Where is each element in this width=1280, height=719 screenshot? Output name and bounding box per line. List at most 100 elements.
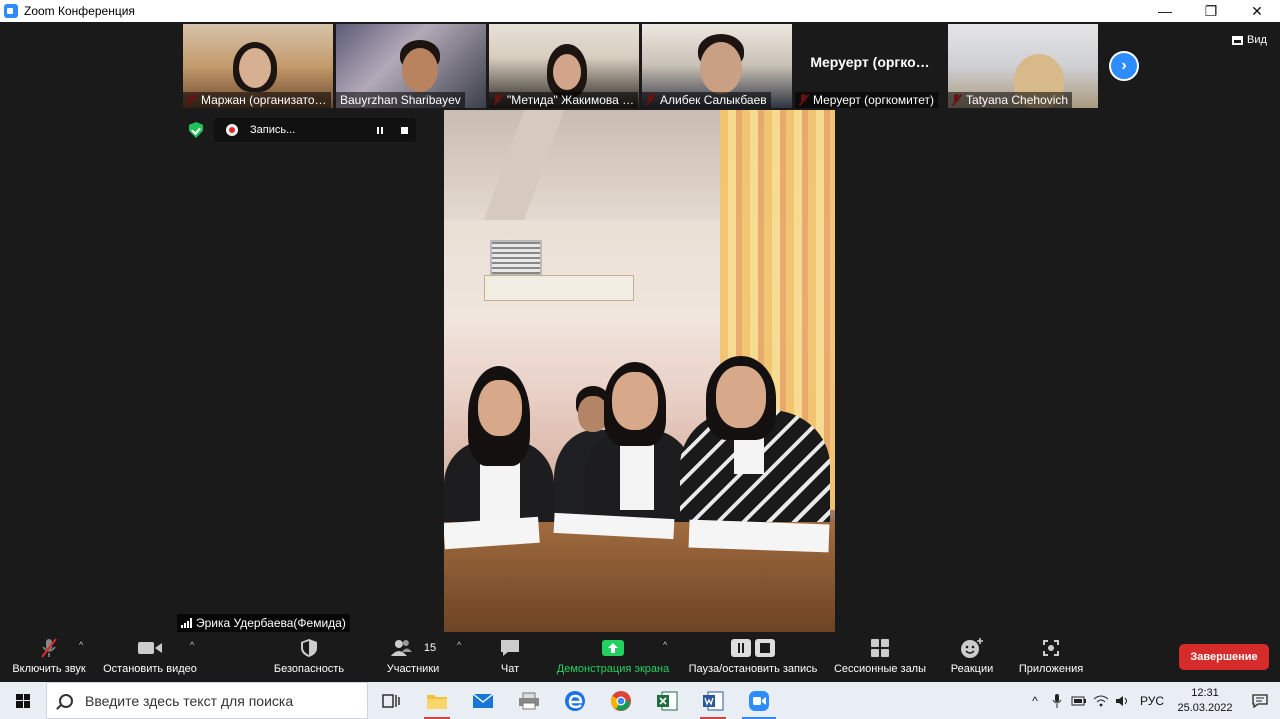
tray-chevron-up-icon[interactable]: ^ — [1024, 682, 1046, 719]
video-scene — [688, 519, 830, 553]
pause-stop-label: Пауза/остановить запись — [688, 663, 818, 675]
share-screen-button[interactable]: Демонстрация экрана — [554, 634, 672, 680]
excel-icon — [657, 691, 678, 710]
printer-icon — [519, 692, 539, 709]
edge-browser-icon — [565, 690, 585, 711]
muted-mic-icon — [38, 638, 60, 658]
participant-tile[interactable]: Tatyana Chehovich — [948, 24, 1098, 108]
taskbar-chrome[interactable] — [598, 682, 644, 719]
chat-button[interactable]: Чат — [486, 634, 534, 680]
breakout-rooms-icon — [870, 638, 890, 658]
close-button[interactable]: ✕ — [1234, 0, 1280, 22]
participant-strip: Маржан (организато… Bauyrzhan Sharibayev… — [183, 24, 1098, 108]
task-view-button[interactable] — [368, 682, 414, 719]
system-tray: ^ РУС 12:31 25.03.2022 — [1024, 682, 1280, 719]
start-button[interactable] — [0, 682, 46, 719]
maximize-button[interactable]: ❐ — [1188, 0, 1234, 22]
volume-icon[interactable] — [1112, 682, 1134, 719]
pause-stop-recording-button[interactable]: Пауза/остановить запись — [684, 634, 822, 680]
view-button[interactable]: Вид — [1232, 34, 1267, 46]
minimize-button[interactable]: — — [1142, 0, 1188, 22]
clock-date: 25.03.2022 — [1177, 701, 1233, 714]
search-icon — [59, 693, 73, 708]
notifications-icon[interactable] — [1240, 682, 1280, 719]
input-language[interactable]: РУС — [1134, 682, 1170, 719]
participant-tile[interactable]: Алибек Салыкбаев — [642, 24, 792, 108]
taskbar-excel[interactable] — [644, 682, 690, 719]
participant-tile[interactable]: Маржан (организато… — [183, 24, 333, 108]
pause-recording-button[interactable] — [368, 118, 392, 142]
end-meeting-button[interactable]: Завершение — [1179, 644, 1269, 670]
taskbar-zoom[interactable] — [736, 682, 782, 719]
share-screen-icon — [601, 638, 625, 658]
participant-name: Алибек Салыкбаев — [642, 92, 771, 108]
chrome-browser-icon — [611, 690, 631, 711]
participants-button[interactable]: 15 Участники — [378, 634, 448, 680]
battery-icon[interactable] — [1068, 682, 1090, 719]
chat-label: Чат — [500, 663, 520, 675]
participant-video-off-name: Меруерт (оргко… — [810, 54, 930, 70]
participants-options-caret[interactable]: ^ — [457, 640, 461, 650]
windows-taskbar: Введите здесь текст для поиска ^ РУС 12:… — [0, 682, 1280, 719]
security-label: Безопасность — [273, 663, 345, 675]
microphone-icon[interactable] — [1046, 682, 1068, 719]
windows-logo-icon — [16, 693, 30, 708]
meeting-stage: Маржан (организато… Bauyrzhan Sharibayev… — [0, 22, 1280, 632]
video-options-caret[interactable]: ^ — [190, 640, 194, 650]
apps-button[interactable]: Приложения — [1014, 634, 1088, 680]
unmute-label: Включить звук — [12, 663, 86, 675]
participants-label: Участники — [386, 663, 440, 675]
wifi-icon[interactable] — [1090, 682, 1112, 719]
taskbar-word[interactable] — [690, 682, 736, 719]
taskbar-clock[interactable]: 12:31 25.03.2022 — [1170, 686, 1240, 716]
view-grid-icon — [1232, 35, 1243, 45]
apps-icon — [1041, 638, 1061, 658]
participant-video — [239, 48, 271, 88]
taskbar-edge[interactable] — [552, 682, 598, 719]
active-speaker-label: Эрика Удербаева(Фемида) — [177, 614, 350, 632]
active-speaker-name: Эрика Удербаева(Фемида) — [196, 616, 346, 630]
emoji-reaction-icon — [960, 638, 984, 658]
reactions-label: Реакции — [950, 663, 994, 675]
reactions-button[interactable]: Реакции — [946, 634, 998, 680]
taskbar-mail[interactable] — [460, 682, 506, 719]
participant-video — [553, 54, 581, 90]
chat-bubble-icon — [499, 638, 521, 658]
recording-indicator: Запись... — [214, 118, 416, 142]
share-options-caret[interactable]: ^ — [663, 640, 667, 650]
share-screen-label: Демонстрация экрана — [556, 663, 670, 675]
record-icon — [226, 124, 238, 136]
next-page-button[interactable]: › — [1109, 51, 1139, 81]
breakout-rooms-button[interactable]: Сессионные залы — [830, 634, 930, 680]
folder-icon — [427, 694, 447, 709]
participant-tile[interactable]: "Метида" Жакимова … — [489, 24, 639, 108]
zoom-app-icon — [4, 4, 18, 18]
stop-recording-button[interactable] — [392, 118, 416, 142]
stop-video-button[interactable]: Остановить видео — [100, 634, 200, 680]
task-view-icon — [382, 693, 400, 708]
meeting-toolbar: Включить звук ^ Остановить видео ^ Безоп… — [0, 632, 1280, 682]
mail-icon — [472, 692, 494, 708]
participant-name: Меруерт (оргкомитет) — [795, 92, 938, 108]
breakout-rooms-label: Сессионные залы — [833, 663, 927, 675]
word-icon — [703, 691, 724, 710]
taskbar-printer[interactable] — [506, 682, 552, 719]
participant-tile[interactable]: Bauyrzhan Sharibayev — [336, 24, 486, 108]
taskbar-file-explorer[interactable] — [414, 682, 460, 719]
signal-bars-icon — [181, 618, 192, 628]
search-placeholder: Введите здесь текст для поиска — [85, 692, 294, 709]
participant-video — [700, 42, 742, 94]
audio-options-caret[interactable]: ^ — [79, 640, 83, 650]
participant-name: "Метида" Жакимова … — [489, 92, 639, 108]
security-button[interactable]: Безопасность — [266, 634, 352, 680]
participant-name: Tatyana Chehovich — [948, 92, 1073, 108]
video-scene — [484, 275, 634, 301]
participant-tile[interactable]: Меруерт (оргко… Меруерт (оргкомитет) — [795, 24, 945, 108]
participant-name: Bauyrzhan Sharibayev — [336, 92, 465, 108]
stop-video-label: Остановить видео — [103, 663, 197, 675]
encryption-shield-icon[interactable] — [189, 122, 203, 138]
participants-icon: 15 — [390, 638, 436, 658]
taskbar-search[interactable]: Введите здесь текст для поиска — [46, 682, 368, 719]
active-speaker-video — [444, 110, 835, 632]
video-camera-icon — [137, 638, 163, 658]
